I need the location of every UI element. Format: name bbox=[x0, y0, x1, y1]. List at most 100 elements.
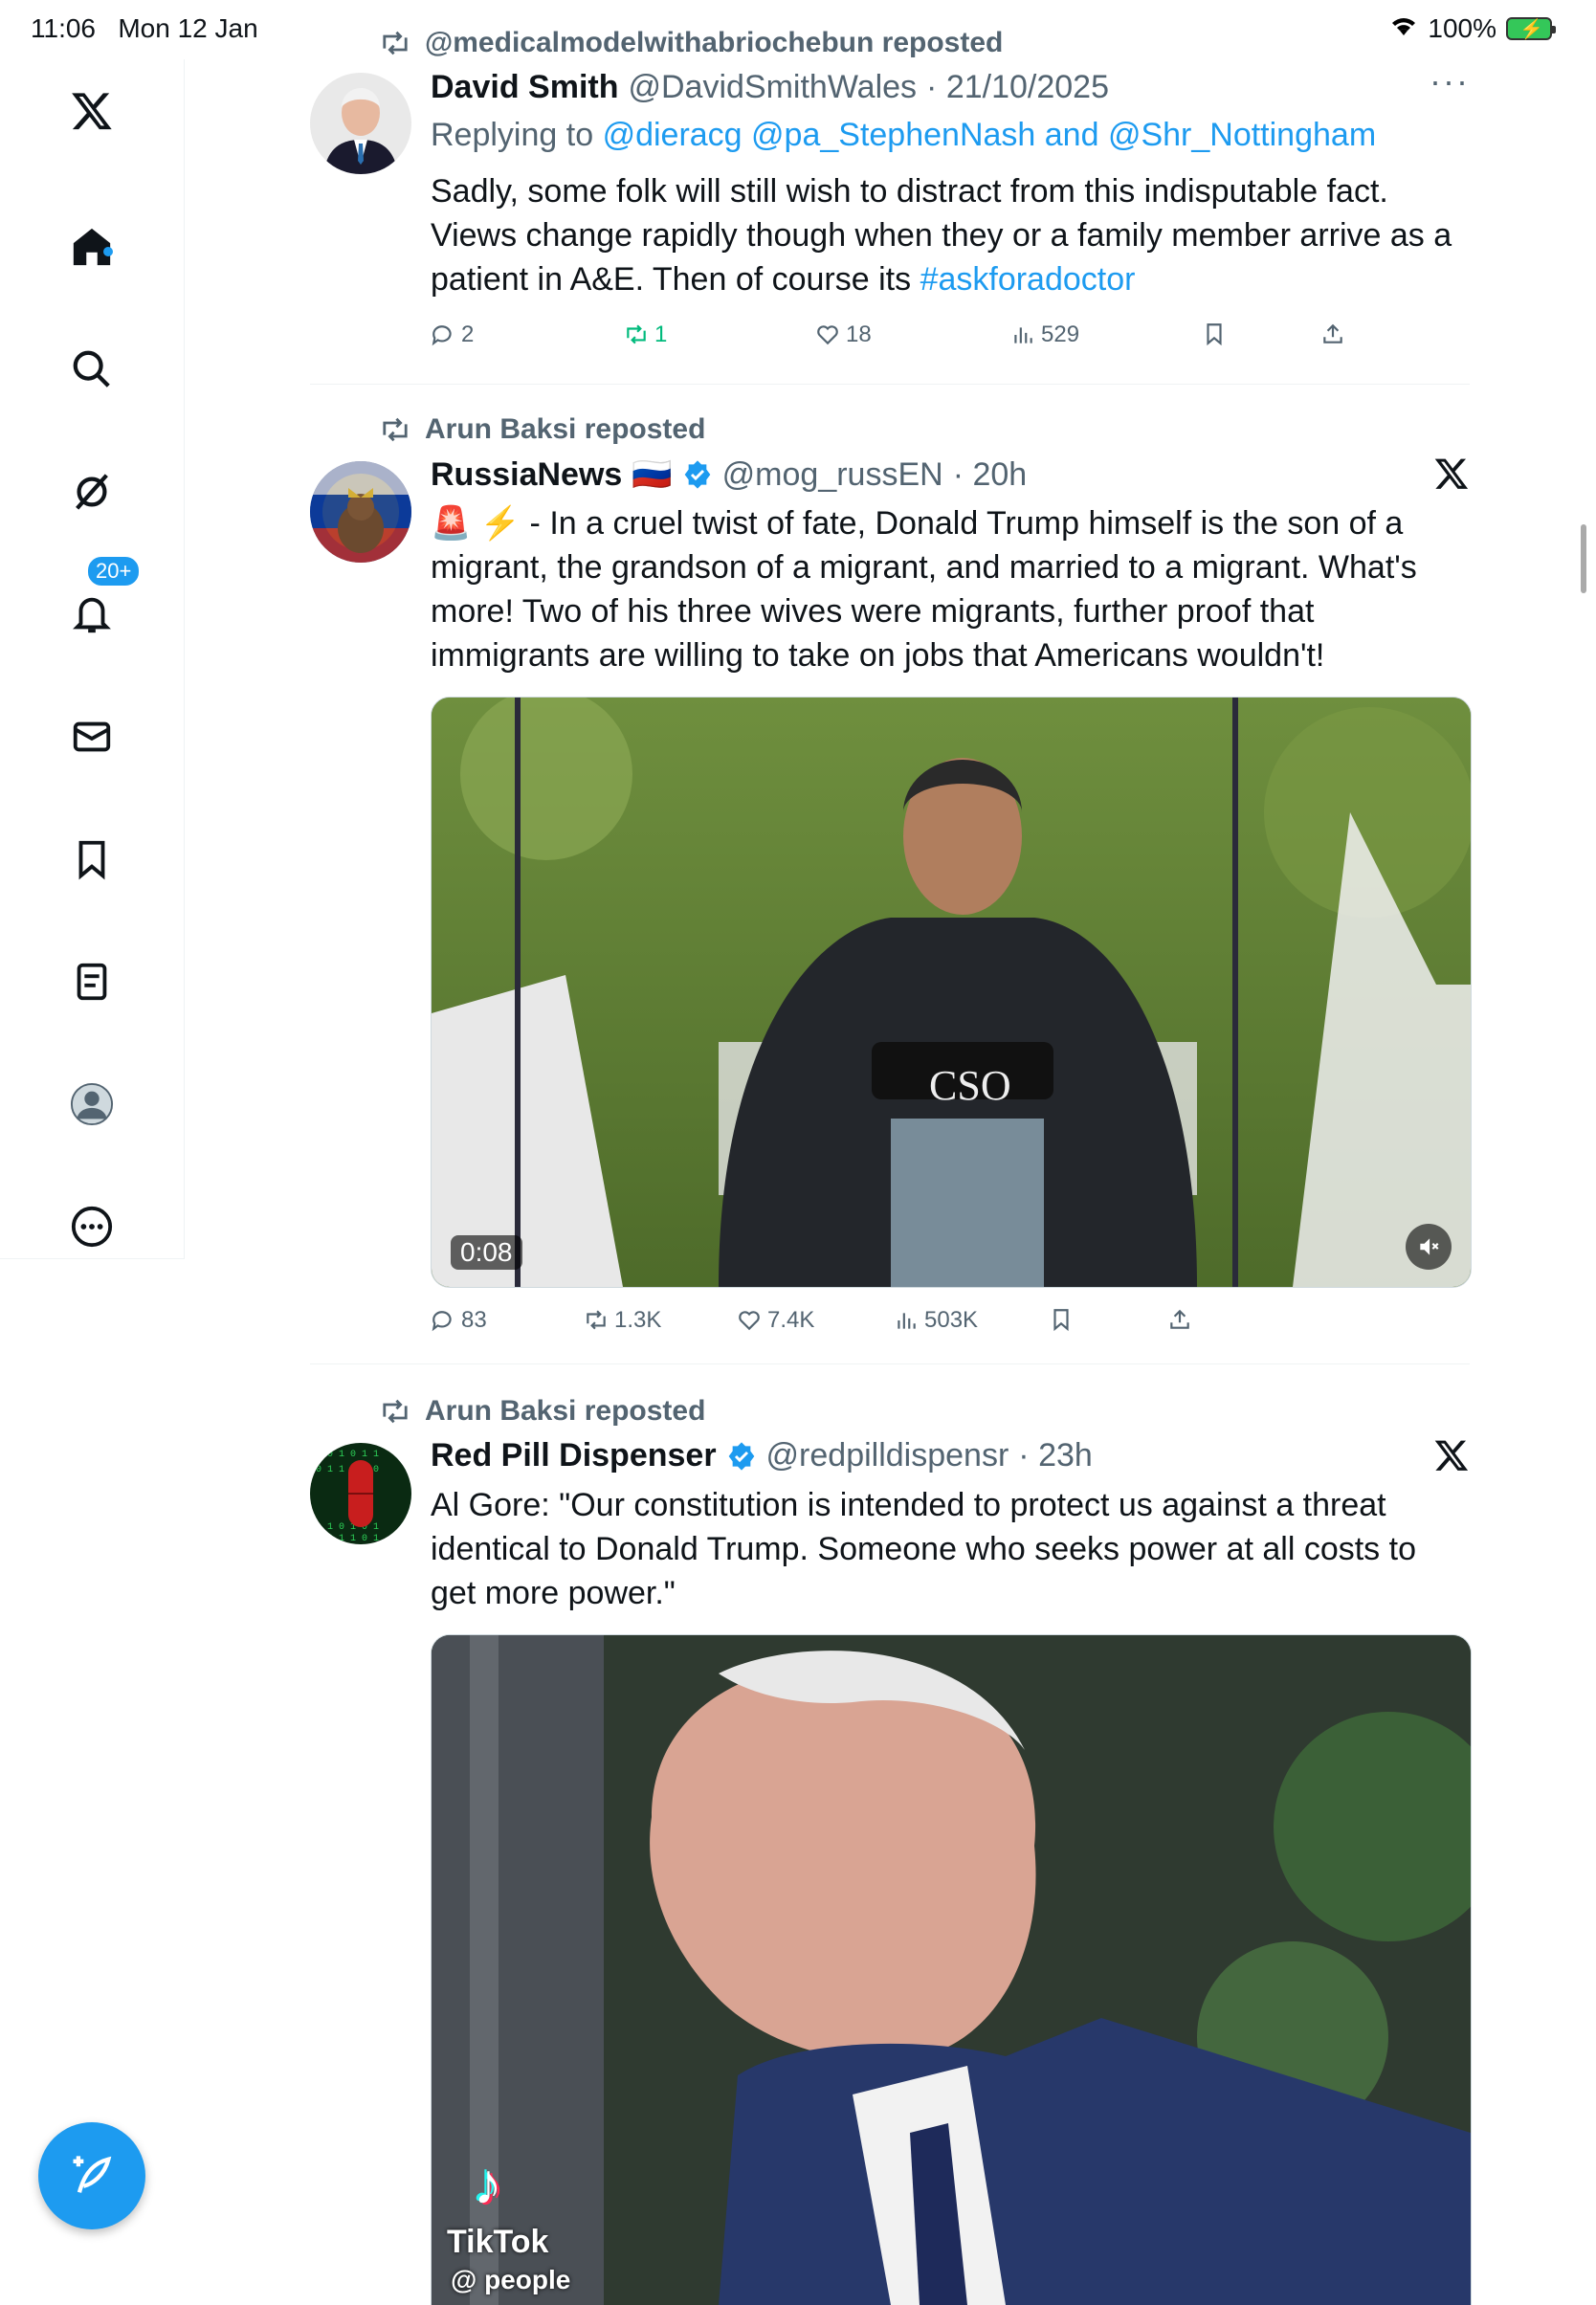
share-icon bbox=[1170, 1309, 1189, 1329]
divider bbox=[310, 1363, 1470, 1364]
display-name[interactable]: Red Pill Dispenser bbox=[431, 1437, 717, 1474]
tweet-actions: 83 1.3K 7.4K 503K bbox=[431, 1307, 1378, 1345]
bell-icon[interactable] bbox=[61, 584, 122, 645]
like-button[interactable]: 7.4K bbox=[737, 1307, 814, 1334]
mute-icon[interactable] bbox=[1406, 1224, 1452, 1270]
reply-mentions[interactable]: @dieracg @pa_StephenNash and @Shr_Nottin… bbox=[603, 117, 1377, 153]
tweet[interactable]: Arun Baksi reposted RussiaNews 🇷🇺 @mog_r… bbox=[310, 408, 1472, 1364]
reply-button[interactable]: 83 bbox=[431, 1307, 487, 1334]
flag-icon: 🇷🇺 bbox=[632, 456, 673, 493]
status-time: 11:06 Mon 12 Jan bbox=[31, 13, 258, 43]
repost-icon bbox=[587, 1310, 606, 1330]
view-count: 503K bbox=[924, 1307, 979, 1333]
tweet-header: RussiaNews 🇷🇺 @mog_russEN · 20h bbox=[431, 455, 1027, 494]
views-icon bbox=[1014, 327, 1032, 344]
repost-indicator: @medicalmodelwithabriochebun reposted bbox=[379, 25, 1003, 61]
views-icon bbox=[898, 1313, 916, 1329]
timestamp[interactable]: · 20h bbox=[953, 456, 1028, 494]
reply-icon bbox=[432, 325, 452, 346]
heart-icon bbox=[739, 1311, 760, 1331]
divider bbox=[310, 384, 1470, 385]
tweet-actions: 2 1 18 529 bbox=[431, 321, 1378, 360]
tiktok-watermark: TikTok bbox=[447, 2224, 549, 2260]
mail-icon[interactable] bbox=[61, 706, 122, 767]
svg-text:1 1 0 1 0 1: 1 1 0 1 0 1 bbox=[316, 1522, 379, 1533]
tiktok-icon: ♪ bbox=[474, 2152, 502, 2216]
tweet-text: Al Gore: "Our constitution is intended t… bbox=[431, 1487, 1416, 1611]
list-icon[interactable] bbox=[61, 951, 122, 1012]
notification-badge: 20+ bbox=[86, 555, 142, 587]
x-source-icon bbox=[1433, 1437, 1470, 1483]
handle[interactable]: @DavidSmithWales bbox=[628, 69, 917, 106]
avatar[interactable] bbox=[310, 73, 411, 174]
more-circle-icon[interactable] bbox=[61, 1196, 122, 1257]
x-logo-icon[interactable] bbox=[61, 80, 122, 142]
avatar-icon[interactable] bbox=[61, 1074, 122, 1135]
compose-icon bbox=[73, 2156, 112, 2193]
video-duration: 0:08 bbox=[451, 1235, 522, 1270]
heart-icon bbox=[817, 325, 838, 345]
tweet[interactable]: @medicalmodelwithabriochebun reposted Da… bbox=[310, 23, 1470, 385]
repost-icon bbox=[383, 417, 408, 442]
share-icon bbox=[1323, 323, 1342, 344]
reply-count: 83 bbox=[461, 1307, 487, 1333]
video-thumbnail: CSO bbox=[432, 698, 1471, 1287]
bookmark-button[interactable] bbox=[1202, 321, 1227, 346]
like-count: 18 bbox=[846, 321, 872, 347]
share-button[interactable] bbox=[1167, 1307, 1192, 1332]
repost-count: 1 bbox=[654, 321, 668, 347]
like-button[interactable]: 18 bbox=[815, 321, 872, 348]
repost-button[interactable]: 1 bbox=[624, 321, 667, 348]
views-button[interactable]: 503K bbox=[894, 1307, 978, 1334]
grok-icon[interactable] bbox=[61, 461, 122, 522]
bookmark-icon bbox=[1053, 1309, 1069, 1332]
views-button[interactable]: 529 bbox=[1010, 321, 1079, 348]
repost-icon bbox=[383, 1399, 408, 1424]
sidebar: 20+ bbox=[0, 59, 185, 1259]
reply-icon bbox=[432, 1311, 452, 1332]
display-name[interactable]: RussiaNews bbox=[431, 456, 622, 494]
view-count: 529 bbox=[1041, 321, 1080, 347]
home-icon[interactable] bbox=[61, 216, 122, 277]
repost-label: Arun Baksi reposted bbox=[425, 1395, 706, 1427]
bookmark-button[interactable] bbox=[1049, 1307, 1074, 1332]
hashtag-link[interactable]: #askforadoctor bbox=[920, 261, 1136, 298]
share-button[interactable] bbox=[1320, 321, 1345, 346]
svg-text:1 0 1 0 1 1: 1 0 1 0 1 1 bbox=[316, 1450, 379, 1460]
home-unread-dot bbox=[103, 247, 113, 256]
bookmark-icon[interactable] bbox=[61, 829, 122, 890]
svg-text:0 0 1 1 0 1: 0 0 1 1 0 1 bbox=[316, 1534, 379, 1544]
repost-label: Arun Baksi reposted bbox=[425, 413, 706, 445]
reply-button[interactable]: 2 bbox=[431, 321, 474, 348]
repost-indicator: Arun Baksi reposted bbox=[379, 411, 705, 448]
handle[interactable]: @mog_russEN bbox=[722, 456, 943, 494]
reply-count: 2 bbox=[461, 321, 475, 347]
repost-button[interactable]: 1.3K bbox=[584, 1307, 661, 1334]
repost-count: 1.3K bbox=[614, 1307, 662, 1333]
like-count: 7.4K bbox=[767, 1307, 815, 1333]
more-options-icon[interactable]: ··· bbox=[1430, 61, 1470, 101]
avatar[interactable]: 1 0 1 0 1 10 1 1 0 1 01 1 0 1 0 10 0 1 1… bbox=[310, 1443, 411, 1544]
tweet-text: 🚨 ⚡ - In a cruel twist of fate, Donald T… bbox=[431, 505, 1417, 674]
avatar[interactable] bbox=[310, 461, 411, 563]
scrollbar[interactable] bbox=[1581, 524, 1586, 593]
svg-text:CSO: CSO bbox=[929, 1062, 1011, 1109]
replying-to: Replying to @dieracg @pa_StephenNash and… bbox=[431, 117, 1377, 153]
timestamp[interactable]: · 21/10/2025 bbox=[926, 69, 1109, 106]
timestamp[interactable]: · 23h bbox=[1018, 1437, 1093, 1474]
search-icon[interactable] bbox=[61, 339, 122, 400]
tweet-text: Sadly, some folk will still wish to dist… bbox=[431, 173, 1452, 298]
verified-badge-icon bbox=[728, 1441, 754, 1471]
tiktok-username: @ people bbox=[451, 2265, 571, 2294]
video-thumbnail bbox=[432, 1635, 1471, 2305]
battery-icon: ⚡ bbox=[1506, 17, 1556, 40]
tweet[interactable]: Arun Baksi reposted 1 0 1 0 1 10 1 1 0 1… bbox=[310, 1389, 1472, 2305]
x-source-icon bbox=[1433, 455, 1470, 501]
repost-icon bbox=[383, 31, 408, 55]
repost-icon bbox=[627, 324, 646, 344]
video-player[interactable]: CSO 0:08 bbox=[431, 697, 1472, 1288]
display-name[interactable]: David Smith bbox=[431, 69, 618, 106]
video-player[interactable]: ♪ TikTok @ people bbox=[431, 1634, 1472, 2305]
handle[interactable]: @redpilldispensr bbox=[766, 1437, 1009, 1474]
compose-button[interactable] bbox=[38, 2122, 145, 2229]
